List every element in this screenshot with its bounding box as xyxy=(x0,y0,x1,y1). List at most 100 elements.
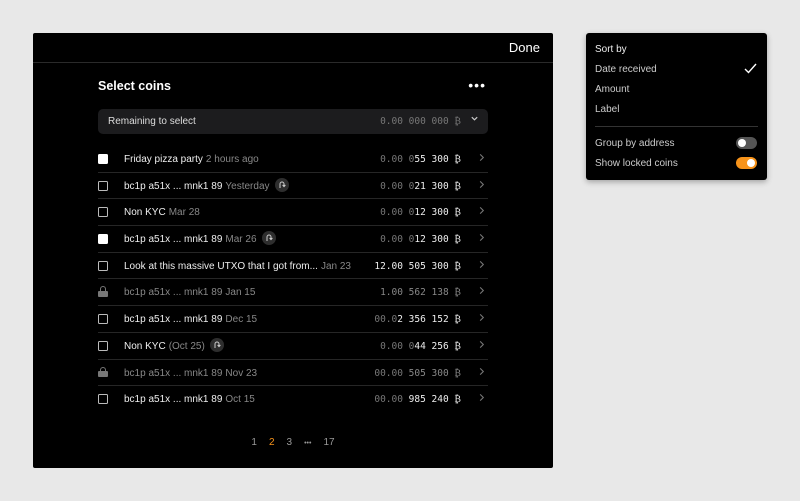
coin-date: Jan 15 xyxy=(225,287,256,299)
chevron-right-icon[interactable] xyxy=(478,340,485,352)
remaining-to-select-bar[interactable]: Remaining to select 0.00 000 000 ₿ xyxy=(98,109,488,134)
coin-amount-value: 12.00 505 300 ₿ xyxy=(374,260,461,272)
group-by-address-toggle[interactable] xyxy=(736,137,757,149)
page-3[interactable]: 3 xyxy=(287,437,293,448)
coin-amount: 00.00 985 240 ₿ xyxy=(374,394,461,405)
page-last[interactable]: 17 xyxy=(323,437,334,448)
coin-date: Jan 23 xyxy=(320,260,351,272)
coin-checkbox[interactable] xyxy=(98,394,108,405)
reused-address-icon xyxy=(209,337,224,352)
coin-name: bc1p a51x ... mnk1 89 xyxy=(124,234,223,246)
coin-label: bc1p a51x ... mnk1 89 Yesterday xyxy=(124,177,289,192)
chevron-right-icon[interactable] xyxy=(478,206,485,218)
remaining-label: Remaining to select xyxy=(108,116,196,127)
coin-row[interactable]: bc1p a51x ... mnk1 89 Nov 23 00.00 505 300… xyxy=(98,360,488,387)
coin-amount-leading: 0.00 0 xyxy=(380,180,415,192)
coin-name: Look at this massive UTXO that I got fro… xyxy=(124,260,318,272)
chevron-right-icon[interactable] xyxy=(478,260,485,272)
coin-checkbox[interactable] xyxy=(98,180,108,191)
show-locked-coins-label: Show locked coins xyxy=(595,158,678,169)
coin-row[interactable]: bc1p a51x ... mnk1 89 Yesterday 0.00 021 3… xyxy=(98,173,488,200)
coin-amount-value: 1.00 562 138 ₿ xyxy=(380,287,461,299)
coin-name: Non KYC xyxy=(124,340,166,352)
chevron-right-icon[interactable] xyxy=(478,313,485,325)
ellipsis-icon[interactable]: ••• xyxy=(468,77,486,93)
coin-amount-value: 55 300 ₿ xyxy=(414,154,461,165)
sort-option-label[interactable]: Label xyxy=(595,104,619,115)
coin-label: bc1p a51x ... mnk1 89 Mar 26 xyxy=(124,231,276,246)
coin-amount-leading: 0.00 0 xyxy=(380,234,415,246)
sort-option-amount[interactable]: Amount xyxy=(595,84,629,95)
sort-option-date-received[interactable]: Date received xyxy=(595,64,657,75)
coin-select-modal: Done Select coins ••• Remaining to selec… xyxy=(33,33,553,468)
coin-amount-value: 44 256 ₿ xyxy=(414,340,461,352)
chevron-right-icon[interactable] xyxy=(478,286,485,298)
chevron-right-icon[interactable] xyxy=(478,180,485,192)
group-by-address-label: Group by address xyxy=(595,138,675,149)
coin-checkbox[interactable] xyxy=(98,234,108,245)
coin-name: Non KYC xyxy=(124,207,166,219)
title-row: Select coins ••• xyxy=(98,63,488,109)
coin-label: Look at this massive UTXO that I got fro… xyxy=(124,261,351,272)
coin-date: Mar 28 xyxy=(168,207,200,219)
coin-date: Dec 15 xyxy=(225,314,258,326)
coin-amount-leading: 00.0 xyxy=(374,314,398,326)
coin-date: Yesterday xyxy=(225,180,270,192)
checkmark-icon xyxy=(744,63,757,77)
coin-row[interactable]: bc1p a51x ... mnk1 89 Mar 26 0.00 012 300 … xyxy=(98,226,488,253)
coin-amount: 0.00 012 300 ₿ xyxy=(380,234,461,245)
chevron-right-icon[interactable] xyxy=(478,153,485,165)
coin-row[interactable]: bc1p a51x ... mnk1 89 Dec 15 00.02 356 152… xyxy=(98,306,488,333)
coin-name: bc1p a51x ... mnk1 89 xyxy=(124,314,223,326)
coin-label: bc1p a51x ... mnk1 89 Jan 15 xyxy=(124,287,255,298)
coin-checkbox[interactable] xyxy=(98,314,108,325)
divider xyxy=(595,126,758,127)
coin-label: Friday pizza party 2 hours ago xyxy=(124,154,259,165)
coin-name: Friday pizza party xyxy=(124,154,203,165)
coin-amount: 1.00 562 138 ₿ xyxy=(380,287,461,298)
coin-amount-leading: 0.00 0 xyxy=(380,207,415,219)
coin-amount: 0.00 055 300 ₿ xyxy=(380,154,461,165)
coin-amount: 0.00 044 256 ₿ xyxy=(380,341,461,352)
coin-select-panel: Select coins ••• Remaining to select 0.0… xyxy=(98,63,488,413)
coin-amount-value: 505 300 ₿ xyxy=(402,367,461,379)
coin-checkbox[interactable] xyxy=(98,260,108,271)
coin-row[interactable]: Non KYC Mar 28 0.00 012 300 ₿ xyxy=(98,199,488,227)
reused-address-icon xyxy=(274,177,289,192)
coin-amount-leading: 00.00 xyxy=(374,367,403,379)
coin-name: bc1p a51x ... mnk1 89 xyxy=(124,394,223,406)
modal-header: Done xyxy=(33,33,553,63)
chevron-right-icon[interactable] xyxy=(478,233,485,245)
show-locked-coins-toggle[interactable] xyxy=(736,157,757,169)
coin-checkbox[interactable] xyxy=(98,154,108,164)
coin-row[interactable]: Friday pizza party 2 hours ago 0.00 055 30… xyxy=(98,146,488,173)
pagination: 1 2 3 ••• 17 xyxy=(33,437,553,448)
coin-row[interactable]: Look at this massive UTXO that I got fro… xyxy=(98,253,488,280)
coin-name: bc1p a51x ... mnk1 89 xyxy=(124,367,223,379)
coin-amount-value: 12 300 ₿ xyxy=(414,234,461,246)
coin-name: bc1p a51x ... mnk1 89 xyxy=(124,287,223,299)
chevron-right-icon[interactable] xyxy=(478,393,485,405)
coin-name: bc1p a51x ... mnk1 89 xyxy=(124,180,223,192)
coin-label: Non KYC Mar 28 xyxy=(124,207,200,218)
chevron-down-icon[interactable] xyxy=(470,114,479,126)
sort-by-heading: Sort by xyxy=(595,44,627,55)
chevron-right-icon[interactable] xyxy=(478,367,485,379)
coin-amount-value: 985 240 ₿ xyxy=(402,394,461,406)
page-2[interactable]: 2 xyxy=(269,437,275,448)
coin-date: Oct 15 xyxy=(225,394,255,406)
coin-date: 2 hours ago xyxy=(205,154,259,165)
coin-label: bc1p a51x ... mnk1 89 Nov 23 xyxy=(124,368,257,379)
page-ellipsis: ••• xyxy=(304,440,312,447)
coin-row[interactable]: Non KYC (Oct 25) 0.00 044 256 ₿ xyxy=(98,333,488,360)
page-1[interactable]: 1 xyxy=(251,437,257,448)
coin-amount: 00.02 356 152 ₿ xyxy=(374,314,461,325)
coin-checkbox[interactable] xyxy=(98,207,108,218)
coin-amount-leading: 00.00 xyxy=(374,394,403,406)
coin-row[interactable]: bc1p a51x ... mnk1 89 Jan 15 1.00 562 138 … xyxy=(98,279,488,307)
coin-date: Nov 23 xyxy=(225,367,258,379)
done-button[interactable]: Done xyxy=(509,40,540,55)
lock-icon xyxy=(98,286,108,297)
coin-row[interactable]: bc1p a51x ... mnk1 89 Oct 15 00.00 985 240… xyxy=(98,386,488,413)
coin-checkbox[interactable] xyxy=(98,340,108,351)
